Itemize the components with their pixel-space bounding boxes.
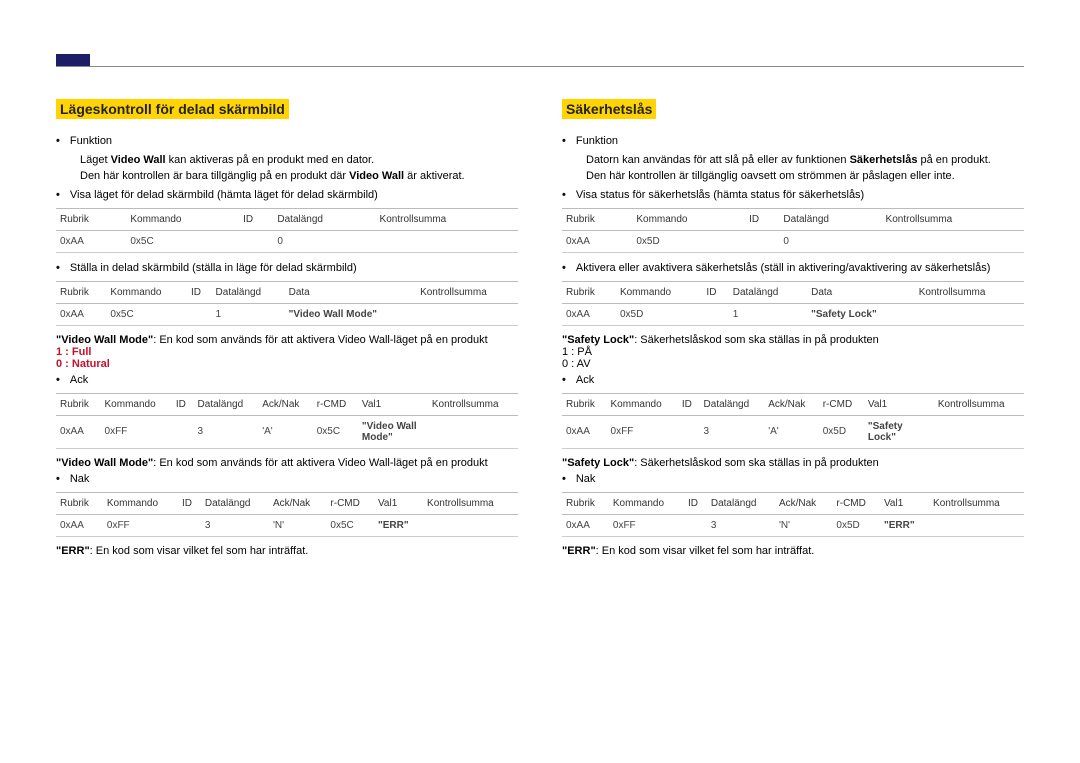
table-nak: Rubrik Kommando ID Datalängd Ack/Nak r-C…	[562, 492, 1024, 537]
bullet-icon: •	[56, 472, 60, 488]
code-full: 1 : Full	[56, 346, 518, 358]
bullet-icon: •	[56, 373, 60, 389]
text: Ack	[70, 373, 88, 389]
text: Nak	[70, 472, 90, 488]
bullet-icon: •	[56, 134, 60, 150]
text: "ERR": En kod som visar vilket fel som h…	[562, 545, 1024, 557]
text: Den här kontrollen är bara tillgänglig p…	[80, 169, 518, 185]
code-on: 1 : PÅ	[562, 346, 1024, 358]
bullet-icon: •	[562, 373, 566, 389]
table-set: Rubrik Kommando ID Datalängd Data Kontro…	[56, 281, 518, 326]
table-ack: Rubrik Kommando ID Datalängd Ack/Nak r-C…	[56, 393, 518, 449]
bullet-icon: •	[56, 261, 60, 277]
text: Funktion	[70, 134, 112, 150]
text: "Video Wall Mode": En kod som används fö…	[56, 457, 518, 469]
text: "Safety Lock": Säkerhetslåskod som ska s…	[562, 457, 1024, 469]
header-mark	[56, 54, 90, 66]
table-get: Rubrik Kommando ID Datalängd Kontrollsum…	[56, 208, 518, 253]
bullet-icon: •	[562, 261, 566, 277]
text: "ERR": En kod som visar vilket fel som h…	[56, 545, 518, 557]
text: Läget Video Wall kan aktiveras på en pro…	[80, 153, 518, 169]
table-ack: Rubrik Kommando ID Datalängd Ack/Nak r-C…	[562, 393, 1024, 449]
table-get: Rubrik Kommando ID Datalängd Kontrollsum…	[562, 208, 1024, 253]
code-off: 0 : AV	[562, 358, 1024, 370]
section-title-right: Säkerhetslås	[562, 99, 656, 119]
text: Datorn kan användas för att slå på eller…	[586, 153, 1024, 169]
text: Ack	[576, 373, 594, 389]
text: "Video Wall Mode": En kod som används fö…	[56, 334, 518, 346]
left-column: Lägeskontroll för delad skärmbild • Funkt…	[56, 99, 518, 557]
bullet-icon: •	[562, 472, 566, 488]
bullet-icon: •	[56, 188, 60, 204]
text: "Safety Lock": Säkerhetslåskod som ska s…	[562, 334, 1024, 346]
text: Den här kontrollen är tillgänglig oavset…	[586, 169, 1024, 185]
text: Visa läget för delad skärmbild (hämta lä…	[70, 188, 378, 204]
bullet-icon: •	[562, 134, 566, 150]
text: Funktion	[576, 134, 618, 150]
table-nak: Rubrik Kommando ID Datalängd Ack/Nak r-C…	[56, 492, 518, 537]
table-set: Rubrik Kommando ID Datalängd Data Kontro…	[562, 281, 1024, 326]
text: Visa status för säkerhetslås (hämta stat…	[576, 188, 864, 204]
bullet-icon: •	[562, 188, 566, 204]
section-title-left: Lägeskontroll för delad skärmbild	[56, 99, 289, 119]
right-column: Säkerhetslås • Funktion Datorn kan använd…	[562, 99, 1024, 557]
text: Nak	[576, 472, 596, 488]
topbar	[56, 40, 1024, 67]
text: Aktivera eller avaktivera säkerhetslås (…	[576, 261, 991, 277]
text: Ställa in delad skärmbild (ställa in läg…	[70, 261, 357, 277]
code-natural: 0 : Natural	[56, 358, 518, 370]
